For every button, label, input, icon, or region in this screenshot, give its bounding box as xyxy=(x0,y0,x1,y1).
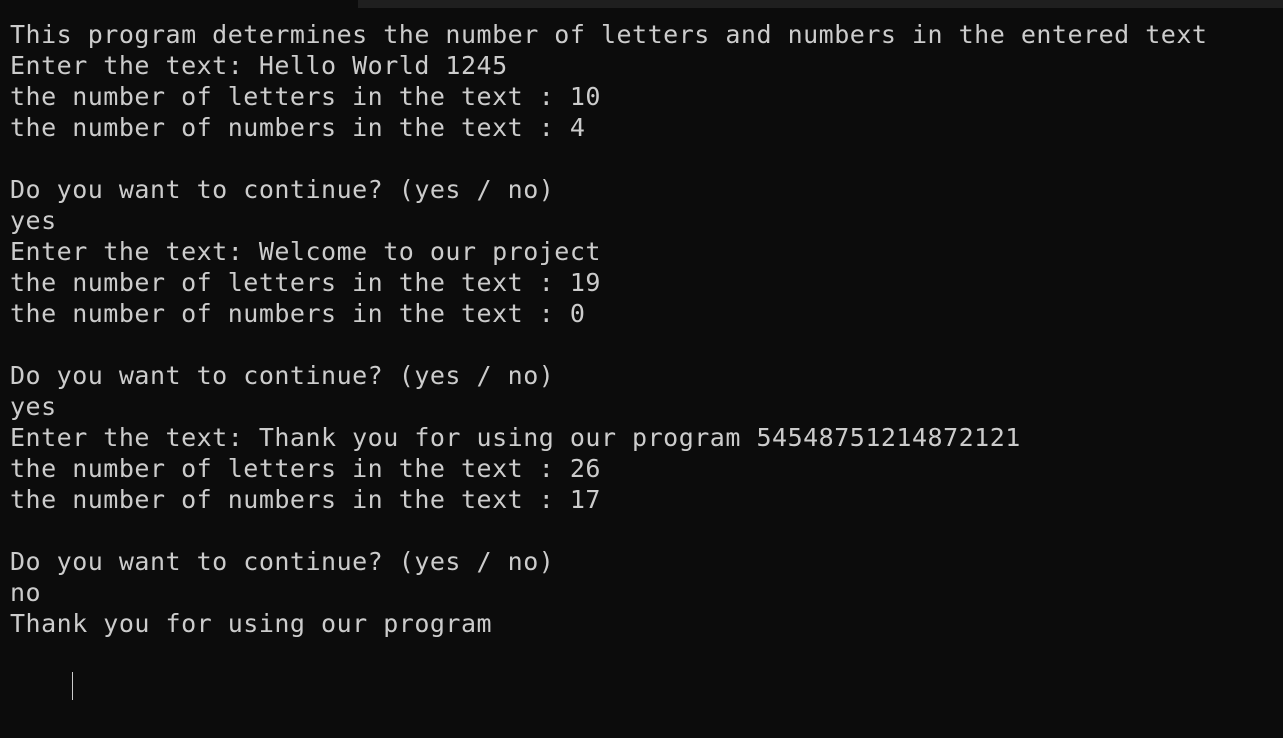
output-line-answer-3: no xyxy=(10,578,42,607)
output-line-answer-1: yes xyxy=(10,206,57,235)
output-line-input-1: Enter the text: Hello World 1245 xyxy=(10,51,508,80)
text-cursor xyxy=(72,672,74,700)
output-line-numbers-2: the number of numbers in the text : 0 xyxy=(10,299,586,328)
output-line-letters-3: the number of letters in the text : 26 xyxy=(10,454,601,483)
output-line-intro: This program determines the number of le… xyxy=(10,20,1208,49)
output-line-blank-1 xyxy=(10,143,1275,174)
output-line-numbers-3: the number of numbers in the text : 17 xyxy=(10,485,601,514)
output-line-continue-prompt-2: Do you want to continue? (yes / no) xyxy=(10,361,555,390)
output-line-goodbye: Thank you for using our program xyxy=(10,609,493,638)
tab-strip xyxy=(0,0,1283,8)
terminal-output[interactable]: This program determines the number of le… xyxy=(10,19,1275,700)
output-line-letters-2: the number of letters in the text : 19 xyxy=(10,268,601,297)
output-line-input-3: Enter the text: Thank you for using our … xyxy=(10,423,1021,452)
cursor-line[interactable] xyxy=(10,639,1275,700)
output-line-answer-2: yes xyxy=(10,392,57,421)
output-line-letters-1: the number of letters in the text : 10 xyxy=(10,82,601,111)
output-line-numbers-1: the number of numbers in the text : 4 xyxy=(10,113,586,142)
active-tab[interactable] xyxy=(0,0,358,8)
output-line-blank-3 xyxy=(10,515,1275,546)
output-line-continue-prompt-1: Do you want to continue? (yes / no) xyxy=(10,175,555,204)
output-line-input-2: Enter the text: Welcome to our project xyxy=(10,237,601,266)
output-line-blank-2 xyxy=(10,329,1275,360)
output-line-continue-prompt-3: Do you want to continue? (yes / no) xyxy=(10,547,555,576)
